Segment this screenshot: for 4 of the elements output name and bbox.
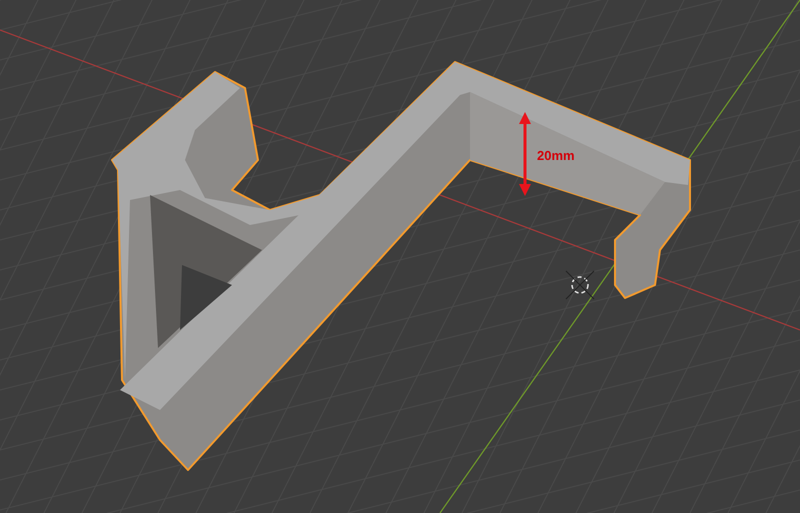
hook-model-drawing[interactable] [111,61,691,471]
dimension-label: 20mm [537,148,575,163]
3d-viewport[interactable]: 20mm [0,0,800,513]
3d-cursor-icon[interactable] [566,270,594,300]
